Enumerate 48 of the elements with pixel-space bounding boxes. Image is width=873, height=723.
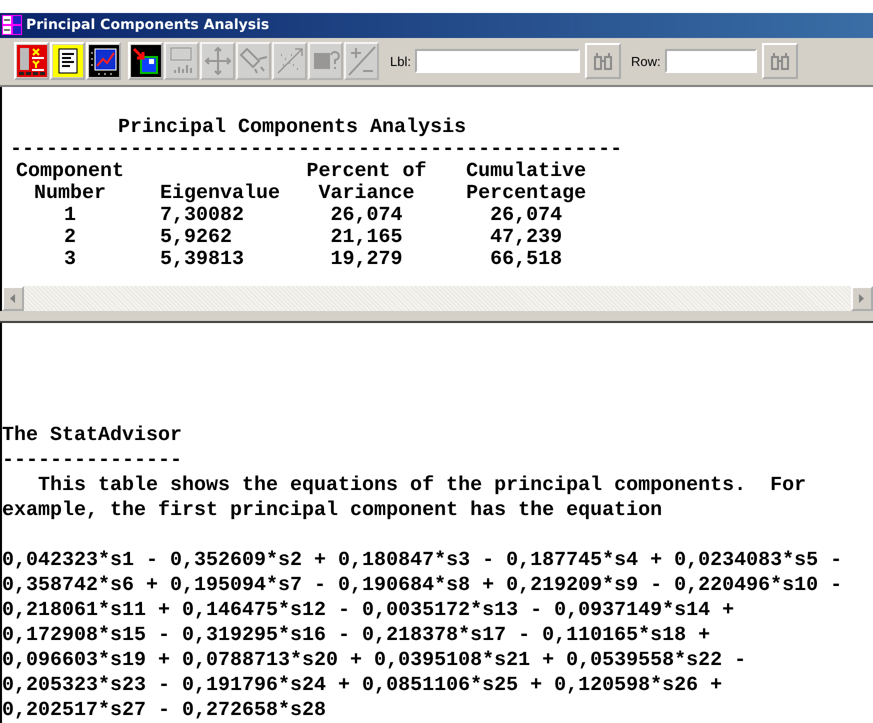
table-cell-text: 5,39813 (160, 248, 246, 271)
scroll-left-button[interactable] (2, 286, 24, 312)
equation-text: 0,042323*s1 - 0,352609*s2 + 0,180847*s3 - 0,187745*s4 + 0,0234083*s5 - 0,358742*s6 + 0,195094*s7 - 0,190684*s8 + 0,219209*s9 - 0,220496*s10 - 0,218061*s11 + 0,146475*s12 - 0,0035172*s13 - 0,0937149*s14 + 0,172908*s15 - 0,319295*s16 - 0,218378*s17 - 0,110165*s18 + 0,096603*s19 + 0,0788713*s20 + 0,0395108*s21 + 0,0539558*s22 - 0,205323*s23 - 0,191796*s24 + 0,0851106*s25 + 0,120598*s26 + 0,202517*s27 - 0,272658*s28 (2, 548, 844, 723)
chart-icon (88, 45, 118, 78)
table-cell-text: 7,30082 (160, 204, 246, 227)
advisor-heading: The StatAdvisor (2, 423, 184, 448)
toolbar-button[interactable] (14, 42, 49, 80)
left-arrow-icon (10, 294, 16, 304)
window-title: Principal Components Analysis (26, 17, 270, 34)
toolbar-button[interactable] (86, 42, 121, 80)
horizontal-scrollbar[interactable] (0, 286, 873, 312)
variables-icon (16, 45, 46, 78)
column-heading: Percent of Variance (306, 160, 428, 205)
splitter-bar[interactable] (0, 311, 873, 323)
table-cell-text: 19,279 (329, 248, 404, 271)
table-cell-text: 47,239 (489, 226, 564, 249)
save-icon (130, 45, 160, 78)
column-heading: Cumulative Percentage (466, 160, 586, 205)
find-button[interactable] (584, 43, 621, 80)
table-cell-text: 1 (63, 204, 78, 227)
move-icon (202, 45, 232, 78)
report-title: Principal Components Analysis (117, 116, 468, 139)
divider-text: --------------------------------------------------- (10, 138, 624, 161)
input-field[interactable] (414, 49, 580, 74)
toolbar-button[interactable] (50, 42, 85, 80)
table-cell-text: 3 (63, 248, 78, 271)
scroll-right-button[interactable] (851, 286, 873, 312)
table-cell-text: 26,074 (329, 204, 404, 227)
plus-minus-icon (346, 45, 376, 78)
right-arrow-icon (859, 294, 865, 304)
find-icon (594, 51, 612, 72)
find-icon (770, 51, 789, 72)
table-cell-text: 26,074 (489, 204, 564, 227)
field-label: Lbl: (390, 54, 411, 69)
find-button[interactable] (762, 43, 798, 80)
column-heading: Component Number (14, 160, 126, 205)
app-icon (2, 15, 22, 36)
advisor-paragraph: This table shows the equations of the principal components. For example, the first principal component has the equation (2, 473, 808, 523)
input-field[interactable] (664, 49, 757, 74)
column-heading: Eigenvalue (160, 182, 282, 205)
table-cell-text: 21,165 (329, 226, 404, 249)
divider-text: --------------- (2, 448, 184, 473)
table-cell-text: 5,9262 (160, 226, 234, 249)
toolbar-button[interactable] (128, 42, 163, 80)
table-cell-text: 2 (63, 226, 78, 249)
table-cell-text: 66,518 (489, 248, 564, 271)
field-label: Row: (630, 54, 661, 69)
document-icon (52, 45, 82, 78)
